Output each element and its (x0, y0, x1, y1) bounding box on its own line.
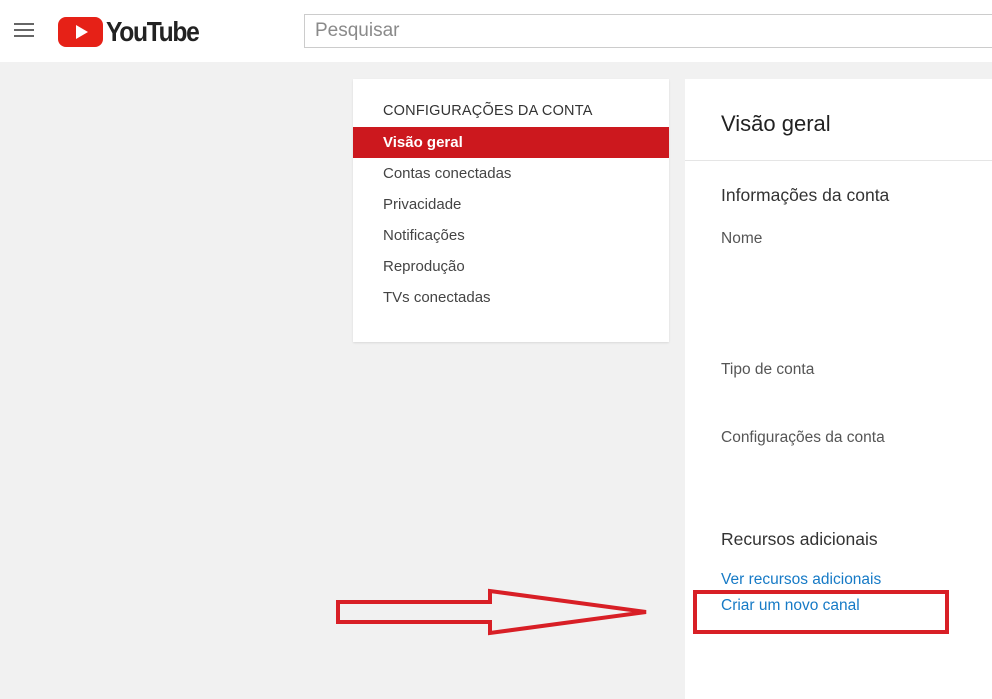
youtube-play-icon (58, 17, 103, 47)
see-resources-link[interactable]: Ver recursos adicionais (721, 571, 881, 589)
account-info-title: Informações da conta (721, 185, 890, 205)
menu-icon[interactable] (14, 23, 34, 41)
nav-item-privacy[interactable]: Privacidade (353, 189, 669, 220)
logo-text: YouTube (106, 16, 200, 47)
youtube-logo[interactable]: YouTube (58, 16, 211, 47)
annotation-arrow (336, 588, 647, 636)
page-title: Visão geral (721, 111, 831, 136)
account-type-label: Tipo de conta (721, 361, 815, 378)
highlight-box (693, 590, 949, 634)
additional-resources-title: Recursos adicionais (721, 529, 878, 549)
account-settings-label: Configurações da conta (721, 429, 885, 446)
name-label: Nome (721, 230, 763, 247)
nav-item-playback[interactable]: Reprodução (353, 251, 669, 282)
nav-item-connected-tvs[interactable]: TVs conectadas (353, 282, 669, 313)
masthead: YouTube (0, 0, 992, 62)
search-input[interactable] (304, 14, 992, 48)
settings-nav: CONFIGURAÇÕES DA CONTA Visão geral Conta… (353, 79, 669, 342)
nav-item-overview[interactable]: Visão geral (353, 127, 669, 158)
nav-item-notifications[interactable]: Notificações (353, 220, 669, 251)
divider (685, 160, 992, 161)
settings-nav-heading: CONFIGURAÇÕES DA CONTA (383, 103, 593, 119)
nav-item-connected-accounts[interactable]: Contas conectadas (353, 158, 669, 189)
